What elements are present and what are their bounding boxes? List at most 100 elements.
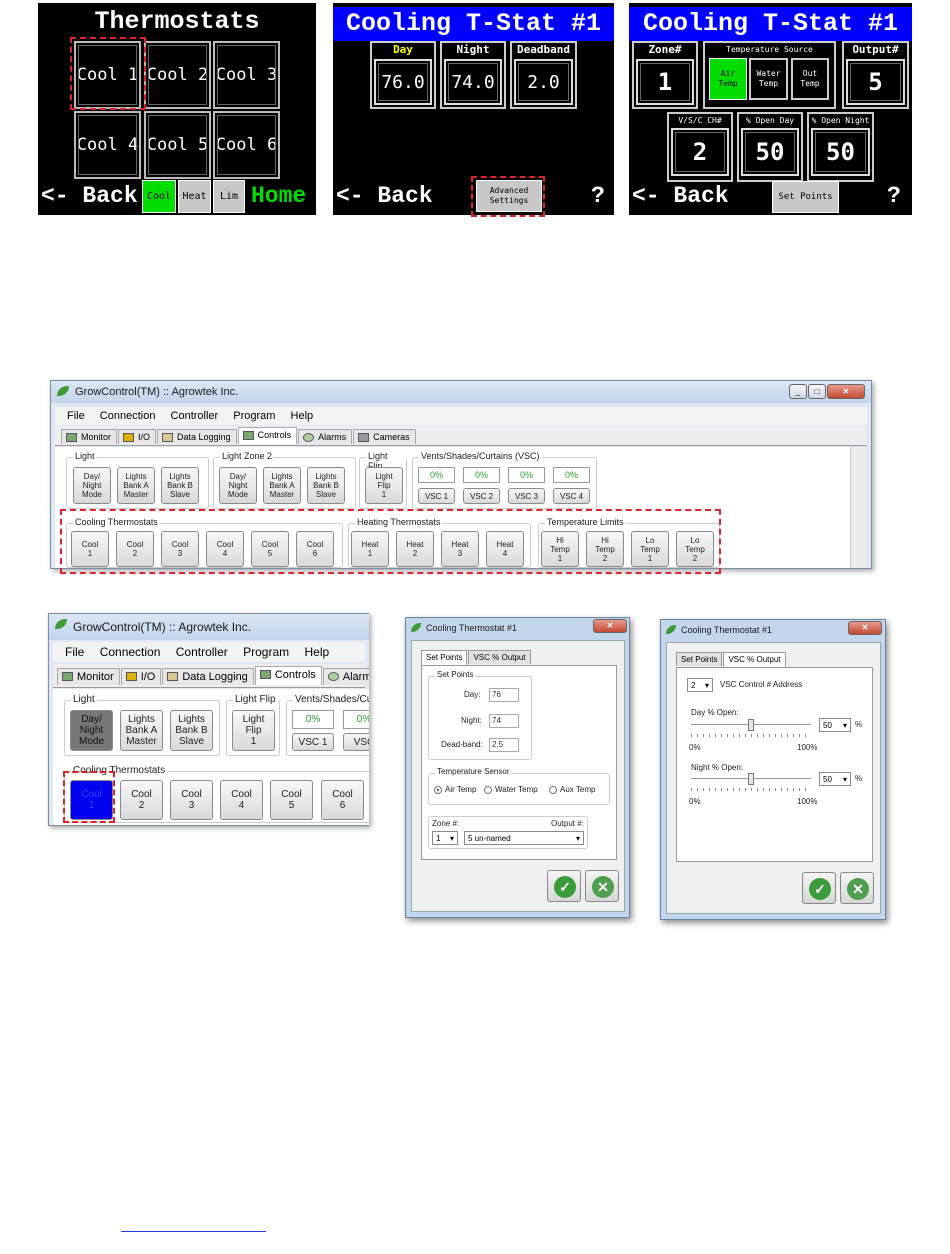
vertical-scrollbar[interactable] xyxy=(850,447,867,568)
day-night-mode-button[interactable]: Day/ Night Mode xyxy=(70,710,113,751)
tile-cool-5[interactable]: Cool 5 xyxy=(144,111,211,179)
tab-monitor[interactable]: Monitor xyxy=(61,429,118,444)
tab-alarms[interactable]: Alarms xyxy=(298,429,353,444)
day-open-slider-thumb[interactable] xyxy=(748,719,754,731)
day-open-select[interactable]: 50 xyxy=(819,718,851,732)
tab-data-logging[interactable]: Data Logging xyxy=(162,668,254,685)
vsc3-button[interactable]: VSC 3 xyxy=(508,488,545,504)
day-night-mode-button[interactable]: Day/ Night Mode xyxy=(73,467,111,504)
tab-data-logging[interactable]: Data Logging xyxy=(157,429,237,444)
vsc1-button[interactable]: VSC 1 xyxy=(418,488,455,504)
tab-cameras[interactable]: Cameras xyxy=(353,429,416,444)
tab-set-points[interactable]: Set Points xyxy=(421,650,468,666)
menu-controller[interactable]: Controller xyxy=(171,407,219,425)
menu-help[interactable]: Help xyxy=(304,642,329,662)
zone2-bank-a-button[interactable]: Lights Bank A Master xyxy=(263,467,301,504)
zone-select[interactable]: 1 xyxy=(432,831,458,845)
source-water-button[interactable]: Water Temp xyxy=(749,58,788,100)
vsc2-button[interactable]: VSC xyxy=(343,733,369,751)
back-button[interactable]: <- Back xyxy=(632,183,729,209)
lights-bank-b-button[interactable]: Lights Bank B Slave xyxy=(161,467,199,504)
back-button[interactable]: <- Back xyxy=(336,183,433,209)
menu-connection[interactable]: Connection xyxy=(100,407,156,425)
tab-vsc-output[interactable]: VSC % Output xyxy=(723,652,786,668)
close-button[interactable]: ✕ xyxy=(827,384,865,399)
tile-cool-4[interactable]: Cool 4 xyxy=(74,111,141,179)
menu-program[interactable]: Program xyxy=(233,407,275,425)
minimize-button[interactable]: _ xyxy=(789,384,807,399)
night-open-select[interactable]: 50 xyxy=(819,772,851,786)
close-button[interactable]: ✕ xyxy=(593,619,627,633)
tile-cool-2[interactable]: Cool 2 xyxy=(144,41,211,109)
hyperlink-underline[interactable] xyxy=(121,1231,266,1232)
vsc1-button[interactable]: VSC 1 xyxy=(292,733,334,751)
close-button[interactable]: ✕ xyxy=(848,621,882,635)
cool-6-button[interactable]: Cool 6 xyxy=(321,780,364,820)
deadband-value[interactable]: 2.0 xyxy=(514,59,573,105)
vsc-ch-value[interactable]: 2 xyxy=(671,128,729,176)
tab-controls[interactable]: Controls xyxy=(237,427,298,444)
home-button[interactable]: Home xyxy=(251,183,306,209)
tab-io[interactable]: I/O xyxy=(120,668,162,685)
tab-monitor[interactable]: Monitor xyxy=(57,668,120,685)
mode-cool-button[interactable]: Cool xyxy=(142,180,176,213)
output-value[interactable]: 5 xyxy=(846,59,905,105)
tab-set-points[interactable]: Set Points xyxy=(676,652,723,666)
set-points-button[interactable]: Set Points xyxy=(772,181,839,213)
menu-connection[interactable]: Connection xyxy=(100,642,161,662)
light-flip-button[interactable]: Light Flip 1 xyxy=(232,710,275,751)
tab-vsc-output[interactable]: VSC % Output xyxy=(468,650,531,664)
menu-help[interactable]: Help xyxy=(291,407,314,425)
water-temp-radio[interactable] xyxy=(484,786,492,794)
lights-bank-a-button[interactable]: Lights Bank A Master xyxy=(120,710,163,751)
vsc2-button[interactable]: VSC 2 xyxy=(463,488,500,504)
back-button[interactable]: <- Back xyxy=(41,183,138,209)
cool-3-button[interactable]: Cool 3 xyxy=(170,780,213,820)
day-input[interactable]: 76 xyxy=(489,688,519,702)
maximize-button[interactable]: □ xyxy=(808,384,826,399)
menu-file[interactable]: File xyxy=(65,642,84,662)
night-input[interactable]: 74 xyxy=(489,714,519,728)
vsc-address-select[interactable]: 2 xyxy=(687,678,713,692)
menu-program[interactable]: Program xyxy=(243,642,289,662)
deadband-input[interactable]: 2.5 xyxy=(489,738,519,752)
menu-file[interactable]: File xyxy=(67,407,85,425)
cool-5-button[interactable]: Cool 5 xyxy=(270,780,313,820)
mode-lim-button[interactable]: Lim xyxy=(213,180,245,213)
light-flip-button[interactable]: Light Flip 1 xyxy=(365,467,403,504)
help-button[interactable]: ? xyxy=(887,183,901,209)
open-day-value[interactable]: 50 xyxy=(741,128,799,176)
tab-io[interactable]: I/O xyxy=(118,429,157,444)
ok-button[interactable]: ✓ xyxy=(547,870,581,902)
lights-bank-a-button[interactable]: Lights Bank A Master xyxy=(117,467,155,504)
night-open-slider-thumb[interactable] xyxy=(748,773,754,785)
source-air-button[interactable]: Air Temp xyxy=(709,58,747,100)
zone-value[interactable]: 1 xyxy=(636,59,694,105)
cancel-button[interactable]: ✕ xyxy=(585,870,619,902)
tab-label: Data Logging xyxy=(182,671,248,683)
open-night-value[interactable]: 50 xyxy=(811,128,870,176)
mode-heat-button[interactable]: Heat xyxy=(178,180,211,213)
vsc-address-label: VSC Control # Address xyxy=(720,680,803,689)
cool-2-button[interactable]: Cool 2 xyxy=(120,780,163,820)
group-title: Vents/Shades/Cu xyxy=(293,694,369,705)
zone2-day-night-button[interactable]: Day/ Night Mode xyxy=(219,467,257,504)
ok-button[interactable]: ✓ xyxy=(802,872,836,904)
zone2-bank-b-button[interactable]: Lights Bank B Slave xyxy=(307,467,345,504)
day-value[interactable]: 76.0 xyxy=(374,59,432,105)
output-select[interactable]: 5 un-named xyxy=(464,831,584,845)
help-button[interactable]: ? xyxy=(591,183,605,209)
vsc4-button[interactable]: VSC 4 xyxy=(553,488,590,504)
source-out-button[interactable]: Out Temp xyxy=(791,58,829,100)
tab-controls[interactable]: Controls xyxy=(254,666,322,685)
cancel-button[interactable]: ✕ xyxy=(840,872,874,904)
cool-4-button[interactable]: Cool 4 xyxy=(220,780,263,820)
lights-bank-b-button[interactable]: Lights Bank B Slave xyxy=(170,710,213,751)
tab-alarms[interactable]: Alarms xyxy=(322,668,369,685)
night-value[interactable]: 74.0 xyxy=(444,59,502,105)
tile-cool-6[interactable]: Cool 6 xyxy=(213,111,280,179)
aux-temp-radio[interactable] xyxy=(549,786,557,794)
menu-controller[interactable]: Controller xyxy=(176,642,228,662)
tile-cool-3[interactable]: Cool 3 xyxy=(213,41,280,109)
air-temp-radio[interactable] xyxy=(434,786,442,794)
